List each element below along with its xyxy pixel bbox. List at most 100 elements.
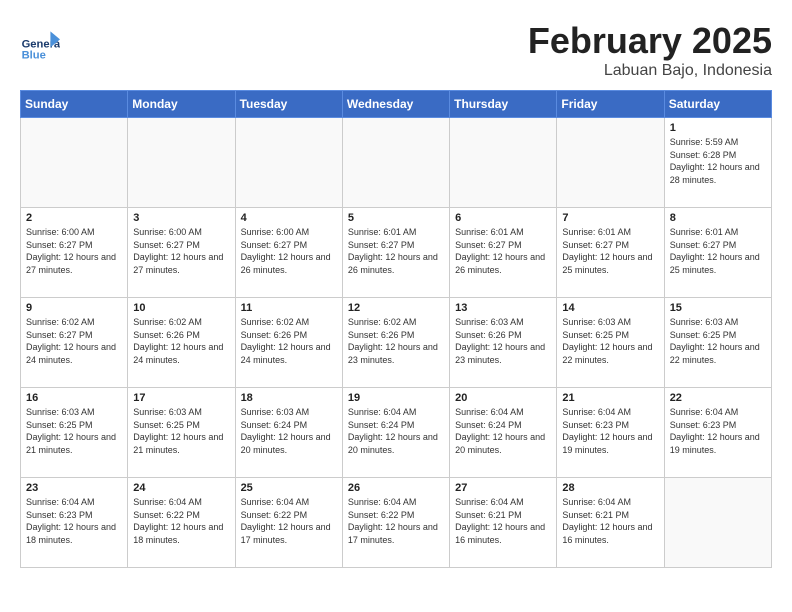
calendar-table: SundayMondayTuesdayWednesdayThursdayFrid… — [20, 90, 772, 568]
month-title: February 2025 — [528, 20, 772, 62]
day-info: Sunrise: 6:03 AM Sunset: 6:24 PM Dayligh… — [241, 406, 337, 456]
day-info: Sunrise: 6:04 AM Sunset: 6:23 PM Dayligh… — [562, 406, 658, 456]
calendar-day-cell: 19 Sunrise: 6:04 AM Sunset: 6:24 PM Dayli… — [342, 388, 449, 478]
calendar-day-cell: 28Sunrise: 6:04 AM Sunset: 6:21 PM Dayli… — [557, 478, 664, 568]
day-number: 15 — [670, 302, 766, 314]
calendar-day-cell: 20 Sunrise: 6:04 AM Sunset: 6:24 PM Dayli… — [450, 388, 557, 478]
calendar-body: 1 Sunrise: 5:59 AM Sunset: 6:28 PM Daylig… — [21, 118, 772, 568]
day-number: 5 — [348, 212, 444, 224]
calendar-day-cell: 26 Sunrise: 6:04 AM Sunset: 6:22 PM Dayli… — [342, 478, 449, 568]
day-number: 14 — [562, 302, 658, 314]
calendar-day-cell: 11 Sunrise: 6:02 AM Sunset: 6:26 PM Dayli… — [235, 298, 342, 388]
day-info: Sunrise: 6:02 AM Sunset: 6:26 PM Dayligh… — [241, 316, 337, 366]
calendar-day-cell: 3 Sunrise: 6:00 AM Sunset: 6:27 PM Daylig… — [128, 208, 235, 298]
calendar-day-cell: 12 Sunrise: 6:02 AM Sunset: 6:26 PM Dayli… — [342, 298, 449, 388]
weekday-header-cell: Wednesday — [342, 91, 449, 118]
day-number: 23 — [26, 482, 122, 494]
day-info: Sunrise: 6:00 AM Sunset: 6:27 PM Dayligh… — [26, 226, 122, 276]
day-number: 16 — [26, 392, 122, 404]
calendar-day-cell: 10Sunrise: 6:02 AM Sunset: 6:26 PM Dayli… — [128, 298, 235, 388]
day-info: Sunrise: 6:02 AM Sunset: 6:26 PM Dayligh… — [133, 316, 229, 366]
calendar-day-cell: 27 Sunrise: 6:04 AM Sunset: 6:21 PM Dayli… — [450, 478, 557, 568]
calendar-day-cell — [450, 118, 557, 208]
calendar-day-cell: 13 Sunrise: 6:03 AM Sunset: 6:26 PM Dayli… — [450, 298, 557, 388]
weekday-header-row: SundayMondayTuesdayWednesdayThursdayFrid… — [21, 91, 772, 118]
day-number: 11 — [241, 302, 337, 314]
calendar-day-cell: 8 Sunrise: 6:01 AM Sunset: 6:27 PM Daylig… — [664, 208, 771, 298]
day-info: Sunrise: 6:01 AM Sunset: 6:27 PM Dayligh… — [670, 226, 766, 276]
day-info: Sunrise: 6:01 AM Sunset: 6:27 PM Dayligh… — [562, 226, 658, 276]
day-info: Sunrise: 6:03 AM Sunset: 6:26 PM Dayligh… — [455, 316, 551, 366]
day-info: Sunrise: 6:01 AM Sunset: 6:27 PM Dayligh… — [348, 226, 444, 276]
day-number: 20 — [455, 392, 551, 404]
day-info: Sunrise: 6:01 AM Sunset: 6:27 PM Dayligh… — [455, 226, 551, 276]
calendar-day-cell — [235, 118, 342, 208]
day-number: 17 — [133, 392, 229, 404]
day-number: 9 — [26, 302, 122, 314]
day-number: 25 — [241, 482, 337, 494]
day-info: Sunrise: 6:03 AM Sunset: 6:25 PM Dayligh… — [670, 316, 766, 366]
day-number: 7 — [562, 212, 658, 224]
day-number: 19 — [348, 392, 444, 404]
day-info: Sunrise: 6:02 AM Sunset: 6:26 PM Dayligh… — [348, 316, 444, 366]
day-info: Sunrise: 6:03 AM Sunset: 6:25 PM Dayligh… — [26, 406, 122, 456]
day-number: 27 — [455, 482, 551, 494]
calendar-day-cell — [342, 118, 449, 208]
calendar-week-row: 1 Sunrise: 5:59 AM Sunset: 6:28 PM Daylig… — [21, 118, 772, 208]
logo-icon: General Blue — [20, 25, 60, 65]
weekday-header-cell: Saturday — [664, 91, 771, 118]
day-number: 6 — [455, 212, 551, 224]
calendar-day-cell: 22 Sunrise: 6:04 AM Sunset: 6:23 PM Dayli… — [664, 388, 771, 478]
title-area: February 2025 Labuan Bajo, Indonesia — [528, 20, 772, 80]
logo: General Blue — [20, 25, 64, 65]
day-info: Sunrise: 6:02 AM Sunset: 6:27 PM Dayligh… — [26, 316, 122, 366]
calendar-day-cell: 25 Sunrise: 6:04 AM Sunset: 6:22 PM Dayli… — [235, 478, 342, 568]
calendar-day-cell — [21, 118, 128, 208]
calendar-week-row: 23Sunrise: 6:04 AM Sunset: 6:23 PM Dayli… — [21, 478, 772, 568]
weekday-header-cell: Monday — [128, 91, 235, 118]
day-number: 22 — [670, 392, 766, 404]
page-header: General Blue February 2025 Labuan Bajo, … — [20, 20, 772, 80]
calendar-day-cell: 21Sunrise: 6:04 AM Sunset: 6:23 PM Dayli… — [557, 388, 664, 478]
day-info: Sunrise: 6:03 AM Sunset: 6:25 PM Dayligh… — [562, 316, 658, 366]
calendar-day-cell: 7 Sunrise: 6:01 AM Sunset: 6:27 PM Daylig… — [557, 208, 664, 298]
day-number: 2 — [26, 212, 122, 224]
day-info: Sunrise: 6:04 AM Sunset: 6:23 PM Dayligh… — [670, 406, 766, 456]
calendar-day-cell: 6 Sunrise: 6:01 AM Sunset: 6:27 PM Daylig… — [450, 208, 557, 298]
calendar-day-cell: 18 Sunrise: 6:03 AM Sunset: 6:24 PM Dayli… — [235, 388, 342, 478]
calendar-day-cell — [557, 118, 664, 208]
day-info: Sunrise: 6:04 AM Sunset: 6:24 PM Dayligh… — [348, 406, 444, 456]
weekday-header-cell: Thursday — [450, 91, 557, 118]
day-number: 13 — [455, 302, 551, 314]
calendar-day-cell — [128, 118, 235, 208]
day-info: Sunrise: 6:04 AM Sunset: 6:21 PM Dayligh… — [455, 496, 551, 546]
day-number: 26 — [348, 482, 444, 494]
calendar-week-row: 9 Sunrise: 6:02 AM Sunset: 6:27 PM Daylig… — [21, 298, 772, 388]
day-number: 1 — [670, 122, 766, 134]
calendar-week-row: 2 Sunrise: 6:00 AM Sunset: 6:27 PM Daylig… — [21, 208, 772, 298]
day-info: Sunrise: 6:00 AM Sunset: 6:27 PM Dayligh… — [133, 226, 229, 276]
day-info: Sunrise: 6:04 AM Sunset: 6:22 PM Dayligh… — [241, 496, 337, 546]
day-number: 8 — [670, 212, 766, 224]
calendar-day-cell: 5 Sunrise: 6:01 AM Sunset: 6:27 PM Daylig… — [342, 208, 449, 298]
day-info: Sunrise: 5:59 AM Sunset: 6:28 PM Dayligh… — [670, 136, 766, 186]
calendar-day-cell: 17 Sunrise: 6:03 AM Sunset: 6:25 PM Dayli… — [128, 388, 235, 478]
calendar-day-cell: 14 Sunrise: 6:03 AM Sunset: 6:25 PM Dayli… — [557, 298, 664, 388]
calendar-week-row: 16 Sunrise: 6:03 AM Sunset: 6:25 PM Dayli… — [21, 388, 772, 478]
day-number: 12 — [348, 302, 444, 314]
day-number: 3 — [133, 212, 229, 224]
calendar-day-cell: 15 Sunrise: 6:03 AM Sunset: 6:25 PM Dayli… — [664, 298, 771, 388]
day-number: 18 — [241, 392, 337, 404]
day-info: Sunrise: 6:04 AM Sunset: 6:22 PM Dayligh… — [348, 496, 444, 546]
calendar-day-cell: 9 Sunrise: 6:02 AM Sunset: 6:27 PM Daylig… — [21, 298, 128, 388]
day-info: Sunrise: 6:04 AM Sunset: 6:22 PM Dayligh… — [133, 496, 229, 546]
day-info: Sunrise: 6:04 AM Sunset: 6:24 PM Dayligh… — [455, 406, 551, 456]
day-info: Sunrise: 6:03 AM Sunset: 6:25 PM Dayligh… — [133, 406, 229, 456]
weekday-header-cell: Tuesday — [235, 91, 342, 118]
location-subtitle: Labuan Bajo, Indonesia — [528, 62, 772, 80]
calendar-day-cell: 24Sunrise: 6:04 AM Sunset: 6:22 PM Dayli… — [128, 478, 235, 568]
weekday-header-cell: Friday — [557, 91, 664, 118]
calendar-day-cell — [664, 478, 771, 568]
calendar-day-cell: 2 Sunrise: 6:00 AM Sunset: 6:27 PM Daylig… — [21, 208, 128, 298]
day-info: Sunrise: 6:04 AM Sunset: 6:21 PM Dayligh… — [562, 496, 658, 546]
